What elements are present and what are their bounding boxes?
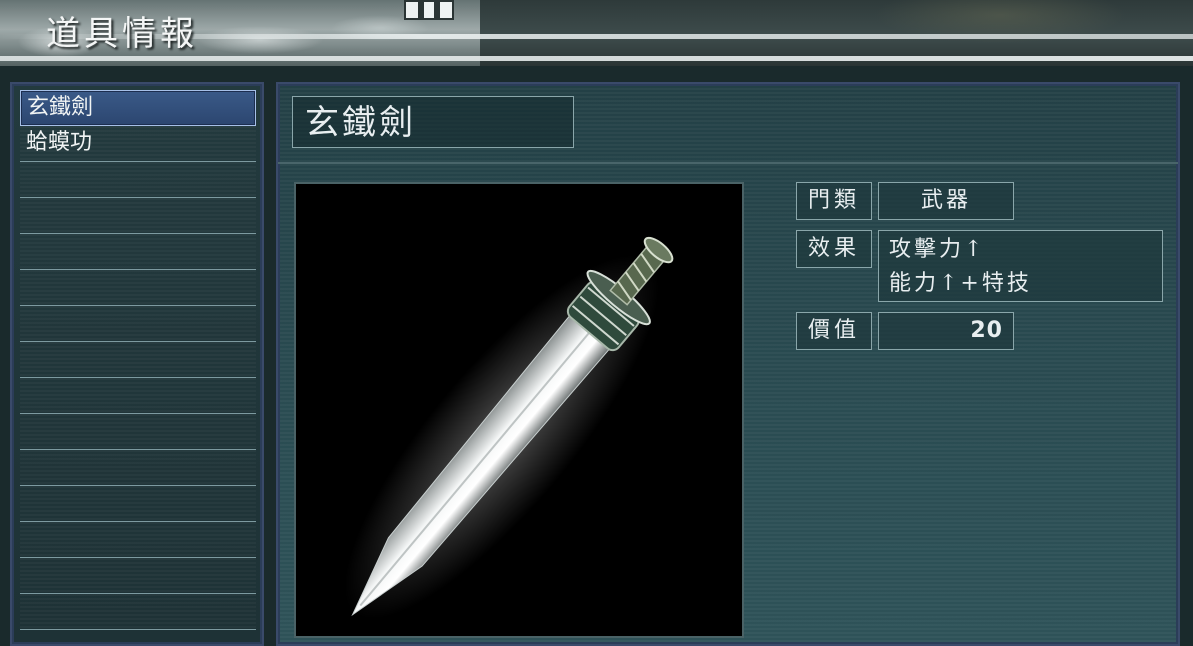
seal-icon: [404, 0, 454, 20]
list-item-empty: [20, 270, 256, 306]
price-label: 價值: [796, 312, 872, 350]
price-value: 20: [878, 312, 1014, 350]
header-banner: 道具情報: [0, 0, 1193, 66]
category-label: 門類: [796, 182, 872, 220]
list-item-empty: [20, 450, 256, 486]
list-item-empty: [20, 486, 256, 522]
divider: [278, 162, 1178, 164]
list-item-empty: [20, 594, 256, 630]
effect-line: 攻擊力↑: [889, 237, 986, 262]
list-item-empty: [20, 414, 256, 450]
item-list: 玄鐵劍 蛤蟆功: [20, 90, 256, 630]
list-item-empty: [20, 522, 256, 558]
list-item-empty: [20, 378, 256, 414]
banner-stripe: [0, 56, 1193, 61]
list-item-empty: [20, 162, 256, 198]
list-item-empty: [20, 342, 256, 378]
list-item-empty: [20, 234, 256, 270]
item-name: 玄鐵劍: [292, 96, 574, 148]
list-item-empty: [20, 198, 256, 234]
list-item-empty: [20, 306, 256, 342]
category-value: 武器: [878, 182, 1014, 220]
list-item-empty: [20, 558, 256, 594]
list-item[interactable]: 玄鐵劍: [20, 90, 256, 126]
effect-label: 效果: [796, 230, 872, 268]
item-list-panel: 玄鐵劍 蛤蟆功: [10, 82, 264, 646]
item-image-frame: [294, 182, 744, 638]
screen-title: 道具情報: [46, 14, 198, 54]
effect-line: 能力↑+特技: [889, 271, 1032, 296]
sword-image: [344, 236, 674, 619]
effect-value: 攻擊力↑ 能力↑+特技: [878, 230, 1163, 302]
item-detail-panel: 玄鐵劍 門類 武器 效果 攻擊力↑ 能力↑+特技 價值 20: [276, 82, 1180, 646]
list-item[interactable]: 蛤蟆功: [20, 126, 256, 162]
